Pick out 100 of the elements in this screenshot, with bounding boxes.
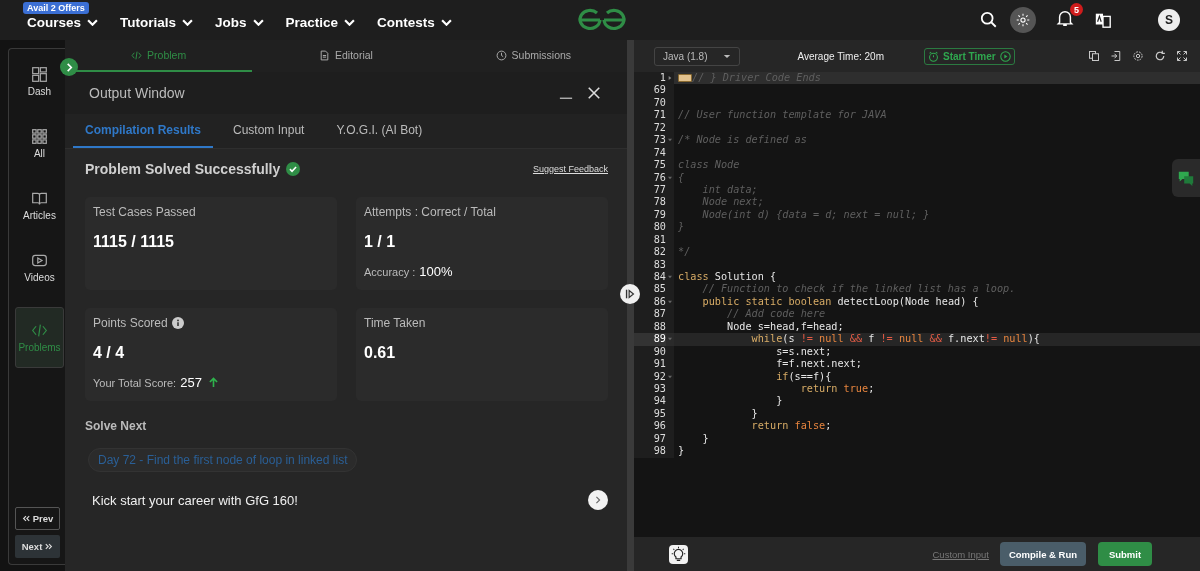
line-number: 73 (652, 134, 666, 147)
line-number: 82 (652, 246, 666, 259)
stat-label: Test Cases Passed (93, 205, 196, 219)
folded-code-marker[interactable] (678, 74, 692, 83)
theme-toggle[interactable] (1010, 7, 1036, 33)
nav-menu[interactable]: Courses (27, 14, 99, 30)
code-text: public static boolean detectLoop(Node head) { (701, 295, 979, 309)
nav-menu[interactable]: Jobs (215, 14, 264, 30)
nav-menu[interactable]: Contests (377, 14, 452, 30)
code-text: return false; (750, 420, 832, 433)
line-number: 69 (652, 84, 666, 97)
offer-badge[interactable]: Avail 2 Offers (23, 1, 89, 14)
alarm-clock-icon (928, 50, 939, 62)
line-number: 91 (652, 358, 666, 371)
code-text: int data; (701, 183, 758, 197)
nav-menu[interactable]: Practice (285, 14, 356, 30)
info-icon[interactable] (171, 317, 184, 329)
settings-icon[interactable] (1132, 50, 1144, 62)
line-number: 98 (652, 445, 666, 458)
close-icon[interactable] (587, 86, 601, 100)
section-heading: Solve Next (85, 419, 148, 433)
code-text: // Function to check if the linked list has a loop. (701, 283, 1016, 296)
caret-icon (87, 18, 99, 26)
caret-icon (252, 18, 264, 26)
line-number: 77 (652, 183, 666, 197)
promo-next-button[interactable] (588, 490, 608, 510)
video-icon (31, 252, 48, 269)
panel-arrow-icon (624, 288, 636, 300)
chat-button[interactable] (1172, 159, 1200, 197)
search-icon[interactable] (980, 11, 998, 29)
prev-button[interactable]: Prev (15, 507, 60, 530)
stat-value: 257 (180, 375, 202, 390)
line-number: 76 (652, 171, 666, 184)
reset-icon[interactable] (1154, 50, 1166, 62)
bell-icon[interactable] (1056, 9, 1074, 27)
translate-icon[interactable] (1094, 11, 1112, 29)
clock-icon (495, 49, 507, 61)
language-select[interactable]: Java (1.8) (654, 46, 741, 66)
submit-button[interactable]: Submit (1098, 542, 1152, 566)
code-text: } (701, 432, 709, 446)
dashboard-icon (31, 66, 48, 83)
code-icon (31, 322, 48, 339)
stat-value: 4 / 4 (93, 344, 126, 362)
stat-label: Your Total Score: (93, 376, 177, 389)
line-number: 78 (652, 196, 666, 209)
problem-tab[interactable]: Submissions (439, 40, 627, 72)
feedback-link[interactable]: Suggest Feedback (532, 164, 608, 174)
line-number: 88 (652, 320, 666, 334)
line-number: 95 (652, 407, 666, 421)
sidebar-item[interactable]: Videos (15, 245, 64, 290)
line-number: 97 (652, 432, 666, 446)
sidebar-item[interactable]: Articles (15, 183, 64, 228)
line-number: 72 (652, 121, 666, 135)
caret-icon (182, 18, 194, 26)
stat-value: 0.61 (364, 344, 397, 362)
line-number: 93 (652, 382, 666, 396)
code-text: Node(int d) {data = d; next = null; } (701, 208, 930, 222)
sidebar-item[interactable]: Dash (15, 59, 64, 104)
fullscreen-icon[interactable] (1176, 50, 1188, 62)
average-time: Average Time: 20m (797, 50, 884, 62)
compile-run-button[interactable]: Compile & Run (1000, 542, 1086, 566)
stat-value: 1115 / 1115 (93, 233, 175, 251)
lightbulb-icon (670, 545, 687, 563)
code-text: } (678, 445, 685, 458)
code-text: class Node (678, 159, 740, 172)
import-icon[interactable] (1110, 50, 1122, 62)
copy-icon[interactable] (1088, 50, 1100, 62)
fold-arrow-icon[interactable] (668, 76, 672, 81)
start-timer-button[interactable]: Start Timer (924, 47, 1015, 65)
line-number: 81 (652, 233, 666, 247)
nav-menu[interactable]: Tutorials (120, 14, 194, 30)
logo-icon[interactable] (576, 8, 628, 32)
stat-label: Points Scored (93, 316, 168, 330)
code-text: Node s=head,f=head; (726, 320, 844, 334)
status-message: Problem Solved Successfully (85, 161, 281, 177)
line-number: 96 (652, 420, 666, 433)
sidebar-item[interactable]: Problems (15, 307, 64, 368)
double-chevron-right-icon (45, 543, 54, 550)
line-number: 84 (652, 271, 666, 284)
user-avatar[interactable]: S (1158, 9, 1180, 31)
sidebar-item[interactable]: All (15, 121, 64, 166)
line-number: 90 (652, 345, 666, 359)
code-text: return true; (799, 382, 875, 396)
output-tab[interactable]: Custom Input (221, 114, 317, 148)
output-tab[interactable]: Y.O.G.I. (AI Bot) (324, 114, 435, 148)
custom-input-link[interactable]: Custom Input (932, 548, 989, 560)
line-number: 94 (652, 395, 666, 408)
notification-count: 5 (1070, 3, 1083, 16)
code-text: /* Node is defined as (678, 134, 807, 147)
next-button[interactable]: Next (15, 535, 60, 558)
line-number: 75 (652, 159, 666, 172)
code-text: // User function template for JAVA (678, 109, 887, 122)
code-text: */ (678, 246, 691, 259)
code-text: Node next; (701, 196, 764, 209)
line-number: 1 (658, 72, 666, 85)
code-text: if(s==f){ (775, 370, 832, 383)
problem-tab[interactable]: Editorial (252, 40, 440, 72)
line-number: 80 (652, 221, 666, 234)
hint-button[interactable] (669, 544, 688, 564)
chat-icon (1177, 169, 1195, 187)
